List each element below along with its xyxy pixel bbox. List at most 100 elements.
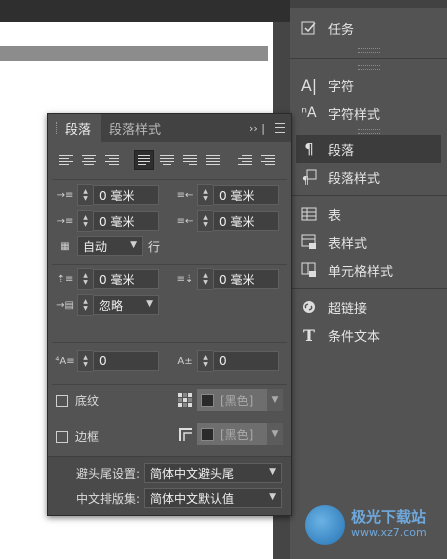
dock-group-grip[interactable] <box>290 127 447 135</box>
border-checkbox[interactable] <box>56 430 68 443</box>
space-after-icon: ≡⇣ <box>176 273 194 285</box>
justify-left-button[interactable] <box>134 150 154 170</box>
shading-label: 底纹 <box>75 394 100 408</box>
dock-item-conditional-text[interactable]: T 条件文本 <box>290 321 447 349</box>
dock-label: 任务 <box>328 22 355 38</box>
dock-label: 表 <box>328 208 342 224</box>
panel-menu-icon[interactable] <box>275 123 285 133</box>
dock-header[interactable] <box>290 0 447 8</box>
space-before-field: ⇡≡ ▲ ▼ 0 毫米 <box>56 268 159 290</box>
drop-cap-chars-icon: A± <box>177 355 193 367</box>
align-towards-spine-button[interactable] <box>235 150 255 170</box>
drop-cap-chars-input[interactable]: 0 <box>213 351 279 371</box>
dock-label: 条件文本 <box>328 329 381 345</box>
dock-item-character[interactable]: A| 字符 <box>290 71 447 99</box>
dock-group-grip[interactable] <box>290 46 447 54</box>
align-right-button[interactable] <box>102 150 122 170</box>
drop-cap-lines-stepper[interactable]: ▲ ▼ <box>77 350 93 372</box>
dock-item-hyperlinks[interactable]: 超链接 <box>290 293 447 321</box>
space-before-stepper[interactable]: ▲ ▼ <box>77 268 93 290</box>
first-line-indent-icon: →≡ <box>56 215 74 227</box>
border-color-select[interactable]: [黑色] <box>197 423 267 445</box>
divider <box>52 264 287 265</box>
align-away-from-spine-button[interactable] <box>258 150 278 170</box>
justify-center-button[interactable] <box>157 150 177 170</box>
last-line-indent-stepper[interactable]: ▲ ▼ <box>197 210 213 232</box>
left-indent-input[interactable]: 0 毫米 <box>93 185 159 205</box>
shading-checkbox[interactable] <box>56 394 68 407</box>
chevron-down-icon[interactable]: ▼ <box>267 423 283 445</box>
right-indent-input[interactable]: 0 毫米 <box>213 185 279 205</box>
cell-styles-icon <box>300 261 318 279</box>
character-icon: A| <box>300 75 318 95</box>
space-before-input[interactable]: 0 毫米 <box>93 269 159 289</box>
justify-right-button[interactable] <box>180 150 200 170</box>
first-line-indent-stepper[interactable]: ▲ ▼ <box>77 210 93 232</box>
shading-color-field: [黑色] ▼ <box>176 389 283 411</box>
line-spacing-select[interactable]: 自动 ▼ <box>77 236 143 256</box>
drag-grip-icon[interactable] <box>56 122 60 134</box>
dock-item-cell-styles[interactable]: 单元格样式 <box>290 256 447 284</box>
align-to-grid-select[interactable]: 忽略 ▼ <box>93 295 159 315</box>
border-label: 边框 <box>75 430 100 444</box>
first-line-indent-input[interactable]: 0 毫米 <box>93 211 159 231</box>
character-styles-icon: ⁿA <box>301 105 317 121</box>
divider <box>52 384 287 385</box>
tab-label: 段落 <box>65 122 92 138</box>
dock-item-tasks[interactable]: 任务 <box>290 14 447 42</box>
dock-divider <box>290 58 447 59</box>
align-to-grid-stepper[interactable]: ▲ ▼ <box>77 294 93 316</box>
paragraph-panel: 段落 段落样式 ›› | →≡ ▲▼ 0 毫米 ≡← ▲▼ 0 毫米 →≡ <box>47 113 292 516</box>
alignment-toolbar <box>48 147 291 173</box>
tab-paragraph[interactable]: 段落 <box>48 114 102 142</box>
align-center-button[interactable] <box>79 150 99 170</box>
space-after-field: ≡⇣ ▲ ▼ 0 毫米 <box>176 268 279 290</box>
panel-dock: 任务 A| 字符 ⁿA 字符样式 ¶ 段落 ¶ 段落样式 表 表样式 单元格样式… <box>290 0 447 559</box>
dock-item-paragraph-styles[interactable]: ¶ 段落样式 <box>290 163 447 191</box>
chevron-down-icon[interactable]: ▼ <box>267 389 283 411</box>
last-line-indent-input[interactable]: 0 毫米 <box>213 211 279 231</box>
collapse-icon[interactable]: ›› | <box>249 122 265 135</box>
space-before-icon: ⇡≡ <box>56 273 74 285</box>
line-spacing-field: ▦ 自动 ▼ 行 <box>56 236 160 256</box>
right-indent-field: ≡← ▲ ▼ 0 毫米 <box>176 184 279 206</box>
dock-label: 超链接 <box>328 301 368 317</box>
mojikumi-select[interactable]: 简体中文默认值 ▼ <box>144 488 282 508</box>
select-value: 忽略 <box>99 298 124 313</box>
border-color-field: [黑色] ▼ <box>176 423 283 445</box>
color-name: [黑色] <box>220 427 254 442</box>
drop-cap-lines-field: ⁴A≡ ▲ ▼ 0 <box>55 350 159 372</box>
align-left-button[interactable] <box>56 150 76 170</box>
line-unit-label: 行 <box>148 239 161 254</box>
dock-item-table[interactable]: 表 <box>290 200 447 228</box>
first-line-indent-field: →≡ ▲ ▼ 0 毫米 <box>56 210 159 232</box>
top-bar <box>0 0 290 22</box>
right-indent-stepper[interactable]: ▲ ▼ <box>197 184 213 206</box>
color-swatch <box>201 427 214 441</box>
kinsoku-select[interactable]: 简体中文避头尾 ▼ <box>144 463 282 483</box>
dock-item-table-styles[interactable]: 表样式 <box>290 228 447 256</box>
chevron-down-icon: ▼ <box>130 240 137 250</box>
color-name: [黑色] <box>220 393 254 408</box>
kinsoku-row: 避头尾设置: 简体中文避头尾 ▼ <box>76 463 282 483</box>
conditional-text-icon: T <box>303 325 315 345</box>
dock-label: 字符 <box>328 79 355 95</box>
watermark: 极光下载站 www.xz7.com <box>305 505 427 545</box>
table-icon <box>300 205 318 223</box>
mojikumi-row: 中文排版集: 简体中文默认值 ▼ <box>76 488 282 508</box>
justify-all-button[interactable] <box>203 150 223 170</box>
table-styles-icon <box>300 233 318 251</box>
dock-item-paragraph[interactable]: ¶ 段落 <box>296 135 441 163</box>
shading-color-select[interactable]: [黑色] <box>197 389 267 411</box>
drop-cap-lines-input[interactable]: 0 <box>93 351 159 371</box>
tab-paragraph-styles[interactable]: 段落样式 <box>101 114 171 142</box>
drop-cap-chars-stepper[interactable]: ▲ ▼ <box>197 350 213 372</box>
left-indent-stepper[interactable]: ▲ ▼ <box>77 184 93 206</box>
last-line-indent-field: ≡← ▲ ▼ 0 毫米 <box>176 210 279 232</box>
dock-item-character-styles[interactable]: ⁿA 字符样式 <box>290 99 447 127</box>
select-value: 简体中文默认值 <box>150 491 235 506</box>
select-value: 自动 <box>83 239 108 254</box>
space-after-stepper[interactable]: ▲ ▼ <box>197 268 213 290</box>
dock-group-grip[interactable] <box>290 63 447 71</box>
space-after-input[interactable]: 0 毫米 <box>213 269 279 289</box>
